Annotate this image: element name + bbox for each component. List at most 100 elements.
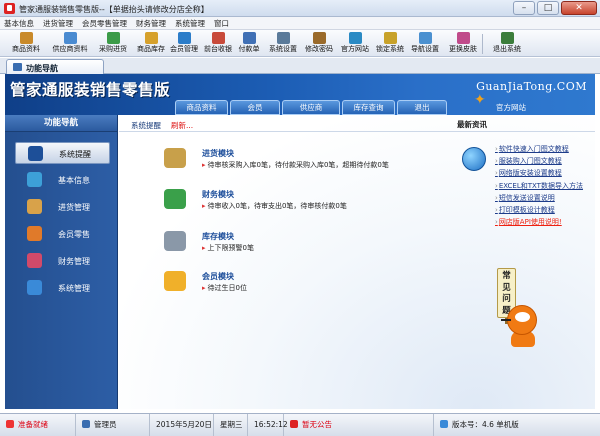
sidebar-item-label: 基本信息 bbox=[58, 176, 90, 185]
menu-purchase[interactable]: 进货管理 bbox=[43, 17, 73, 29]
module-summary-text: 待审核采购入库0笔，待付款采购入库0笔，超期待付款0笔 bbox=[207, 161, 389, 169]
banner-title: 管家通服装销售零售版 bbox=[10, 80, 171, 99]
toolbar-nav-settings-button[interactable]: 导航设置 bbox=[405, 31, 445, 56]
notice-icon bbox=[290, 420, 298, 428]
status-bar: 准备就绪 管理员 2015年5月20日 星期三 16:52:12 暂无公告 版本… bbox=[0, 413, 600, 436]
toolbar-label: 修改密码 bbox=[305, 45, 333, 53]
news-item[interactable]: ›打印模板设计教程 bbox=[495, 204, 595, 216]
module-summary: ▸ 上下限预警0笔 bbox=[202, 243, 254, 253]
chevron-right-icon: › bbox=[495, 169, 498, 178]
news-item-text: 软件快速入门图文教程 bbox=[498, 145, 569, 153]
status-state: 准备就绪 bbox=[0, 414, 76, 436]
module-title[interactable]: 库存模块 bbox=[202, 231, 234, 242]
menu-system[interactable]: 系统管理 bbox=[175, 17, 205, 29]
status-version: 版本号：4.6 单机版 bbox=[434, 414, 600, 436]
news-item[interactable]: ›短信发送设置说明 bbox=[495, 192, 595, 204]
toolbar-password-button[interactable]: 修改密码 bbox=[299, 31, 339, 56]
member-icon bbox=[177, 32, 191, 44]
window-title: 管家通服装销售零售版--【单据抬头请修改分店全称】 bbox=[19, 5, 209, 14]
maximize-button[interactable]: □ bbox=[537, 1, 559, 15]
sidebar-item-label: 会员零售 bbox=[58, 230, 90, 239]
toolbar-goods-button[interactable]: 商品资料 bbox=[6, 31, 46, 56]
sidebar-item-label: 系统管理 bbox=[58, 284, 90, 293]
bullet-icon: ▸ bbox=[202, 161, 206, 169]
banner-nav-goods[interactable]: 商品资料 bbox=[175, 100, 228, 115]
purchase-icon bbox=[106, 32, 120, 44]
status-weekday: 星期三 bbox=[214, 414, 248, 436]
sidebar-item-system-reminder[interactable]: 系统提醒 bbox=[15, 142, 110, 164]
sidebar-item-system[interactable]: 系统管理 bbox=[15, 277, 110, 299]
banner-nav-exit[interactable]: 退出 bbox=[397, 100, 447, 115]
toolbar-website-button[interactable]: 官方网站 bbox=[335, 31, 375, 56]
bullet-icon: ▸ bbox=[202, 284, 206, 292]
toolbar: 商品资料 供应商资料 采购进货 商品库存 会员管理 前台收银 付款单 系统设置 … bbox=[0, 30, 600, 57]
stock-icon bbox=[144, 32, 158, 44]
chevron-right-icon: › bbox=[495, 218, 498, 227]
toolbar-purchase-button[interactable]: 采购进货 bbox=[93, 31, 133, 56]
tab-bar: 功能导航 bbox=[0, 58, 600, 74]
menu-bar: 基本信息 进货管理 会员零售管理 财务管理 系统管理 窗口 bbox=[0, 17, 600, 30]
module-summary: ▸ 待审收入0笔，待审支出0笔，待审核付款0笔 bbox=[202, 201, 347, 211]
stock-module-icon bbox=[164, 231, 186, 251]
bullet-icon: ▸ bbox=[202, 244, 206, 252]
news-item-text: 网络版安装设置教程 bbox=[498, 169, 562, 178]
toolbar-settings-button[interactable]: 系统设置 bbox=[263, 31, 303, 56]
sidebar-item-finance[interactable]: 财务管理 bbox=[15, 250, 110, 272]
news-item[interactable]: ›网店版API使用说明! bbox=[495, 216, 595, 228]
module-title[interactable]: 进货模块 bbox=[202, 148, 234, 159]
sidebar: 功能导航 系统提醒 基本信息 进货管理 会员零售 财务管理 系统管理 bbox=[5, 115, 118, 409]
module-summary-text: 上下限预警0笔 bbox=[207, 244, 254, 252]
module-title[interactable]: 财务模块 bbox=[202, 189, 234, 200]
status-notice[interactable]: 暂无公告 bbox=[284, 414, 434, 436]
sidebar-item-purchase[interactable]: 进货管理 bbox=[15, 196, 110, 218]
module-title[interactable]: 会员模块 bbox=[202, 271, 234, 282]
cashier-icon bbox=[211, 32, 225, 44]
sidebar-item-member-retail[interactable]: 会员零售 bbox=[15, 223, 110, 245]
banner-nav-supplier[interactable]: 供应商 bbox=[282, 100, 340, 115]
tab-function-nav[interactable]: 功能导航 bbox=[6, 59, 104, 74]
minimize-button[interactable]: – bbox=[513, 1, 535, 15]
faq-char: 问 bbox=[502, 294, 511, 304]
bag-icon bbox=[27, 226, 42, 241]
news-item[interactable]: ›软件快速入门图文教程 bbox=[495, 143, 595, 155]
status-time: 16:52:12 bbox=[248, 414, 288, 436]
sidebar-item-basic-info[interactable]: 基本信息 bbox=[15, 169, 110, 191]
toolbar-supplier-button[interactable]: 供应商资料 bbox=[48, 31, 92, 56]
toolbar-lock-button[interactable]: 锁定系统 bbox=[370, 31, 410, 56]
news-item[interactable]: ›网络版安装设置教程 bbox=[495, 167, 595, 179]
menu-member-retail[interactable]: 会员零售管理 bbox=[82, 17, 127, 29]
chevron-right-icon: › bbox=[495, 157, 498, 166]
banner-nav-stock-query[interactable]: 库存查询 bbox=[342, 100, 395, 115]
refresh-link[interactable]: 刷新... bbox=[171, 120, 193, 131]
toolbar-label: 导航设置 bbox=[411, 45, 439, 53]
news-item[interactable]: ›EXCEL和TXT数据导入方法 bbox=[495, 180, 595, 192]
toolbar-exit-button[interactable]: 退出系统 bbox=[487, 31, 527, 56]
menu-finance[interactable]: 财务管理 bbox=[136, 17, 166, 29]
menu-window[interactable]: 窗口 bbox=[214, 17, 229, 29]
banner-nav: 商品资料 会员 供应商 库存查询 退出 bbox=[175, 100, 447, 115]
window-controls: – □ ✕ bbox=[513, 1, 597, 15]
mascot-icon bbox=[501, 305, 545, 351]
toolbar-label: 锁定系统 bbox=[376, 45, 404, 53]
toolbar-skin-button[interactable]: 更换皮肤 bbox=[441, 31, 485, 56]
news-item[interactable]: ›服装购入门图文教程 bbox=[495, 155, 595, 167]
toolbar-separator bbox=[482, 34, 483, 54]
mascot-face bbox=[515, 312, 530, 322]
banner-nav-member[interactable]: 会员 bbox=[230, 100, 280, 115]
main-content: 系统提醒 刷新... 最新资讯 进货模块 ▸ 待审核采购入库0笔，待付款采购入库0… bbox=[119, 115, 595, 409]
info-icon bbox=[28, 146, 43, 161]
payment-icon bbox=[242, 32, 256, 44]
system-icon bbox=[27, 280, 42, 295]
toolbar-payment-button[interactable]: 付款单 bbox=[232, 31, 266, 56]
menu-basic-info[interactable]: 基本信息 bbox=[4, 17, 34, 29]
module-summary: ▸ 待过生日0位 bbox=[202, 283, 247, 293]
news-item-text: 网店版API使用说明! bbox=[498, 218, 562, 227]
official-website-label: 官方网站 bbox=[496, 103, 526, 112]
toolbar-label: 商品资料 bbox=[12, 45, 40, 53]
toolbar-label: 更换皮肤 bbox=[449, 45, 477, 53]
banner-url: GuanJiaTong.COM bbox=[476, 80, 587, 93]
sidebar-item-label: 进货管理 bbox=[58, 203, 90, 212]
content-tab-reminder[interactable]: 系统提醒 bbox=[131, 120, 161, 131]
skin-icon bbox=[456, 32, 470, 44]
close-button[interactable]: ✕ bbox=[561, 1, 597, 15]
